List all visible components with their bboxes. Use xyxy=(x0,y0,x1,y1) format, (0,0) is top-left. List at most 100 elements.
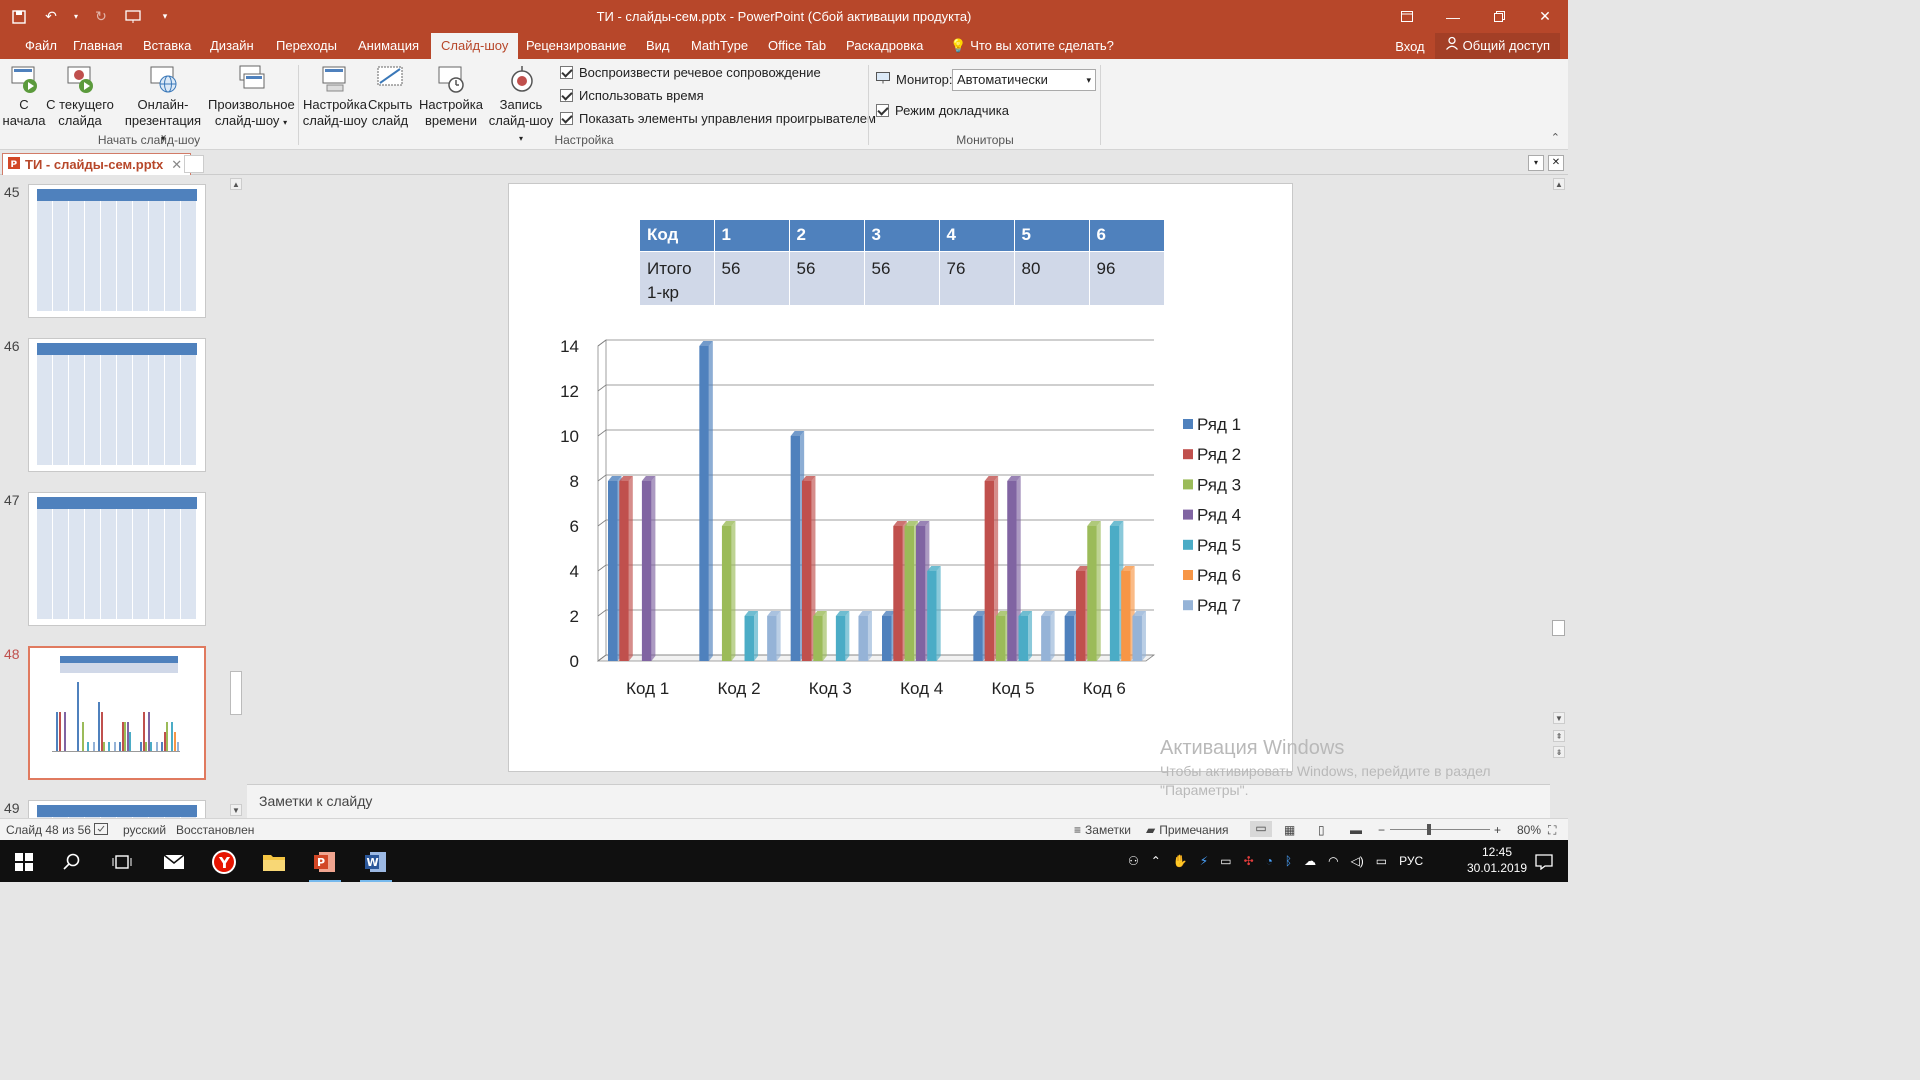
bolt-app-icon[interactable]: ⚡ xyxy=(1200,854,1208,868)
show-hidden-icons-icon[interactable]: ⌃ xyxy=(1151,854,1161,868)
tab-9[interactable]: MathType xyxy=(681,33,758,59)
file-explorer-icon[interactable] xyxy=(254,845,294,879)
thumbnail-scrollbar[interactable]: ▲ ▼ xyxy=(229,176,243,818)
input-language[interactable]: РУС xyxy=(1399,854,1423,868)
slide-thumbnail-pane: 45 46 47 48 49 xyxy=(0,176,246,818)
bluetooth-icon[interactable]: ᛒ xyxy=(1285,854,1292,868)
mail-icon[interactable] xyxy=(154,845,194,879)
notes-toggle-button[interactable]: ≡ Заметки xyxy=(1074,823,1131,837)
zoom-in-icon[interactable]: + xyxy=(1494,823,1501,837)
tab-5[interactable]: Анимация xyxy=(348,33,429,59)
tell-me-search[interactable]: 💡 Что вы хотите сделать? xyxy=(940,33,1124,59)
powerpoint-taskbar-icon[interactable]: P xyxy=(305,845,345,882)
next-slide-icon[interactable]: ⇟ xyxy=(1553,746,1565,758)
reading-view-icon[interactable]: ▯ xyxy=(1318,823,1325,837)
checkbox-checked[interactable] xyxy=(560,112,573,125)
editor-scrollbar[interactable]: ▲ ▼ ⇞ ⇟ xyxy=(1550,176,1568,818)
word-taskbar-icon[interactable]: W xyxy=(356,845,396,882)
tab-1[interactable]: Главная xyxy=(63,33,132,59)
onedrive-icon[interactable]: ☁ xyxy=(1304,854,1316,868)
slide-thumbnail[interactable] xyxy=(28,492,206,626)
scroll-up-icon[interactable]: ▲ xyxy=(230,178,242,190)
yandex-browser-icon[interactable]: Y xyxy=(204,845,244,879)
checkbox-presenter-view[interactable]: Режим докладчика xyxy=(876,103,1009,118)
battery-icon[interactable]: ▭ xyxy=(1220,854,1231,868)
volume-icon[interactable]: ◁) xyxy=(1351,854,1364,868)
comments-toggle-button[interactable]: ▰ Примечания xyxy=(1146,823,1229,837)
tab-2[interactable]: Вставка xyxy=(133,33,201,59)
tab-7[interactable]: Рецензирование xyxy=(516,33,636,59)
slide-table[interactable]: Код 1 2 3 4 5 6 Итого 1-кр 56 56 56 76 80 96 xyxy=(640,220,1165,305)
collapse-ribbon-icon[interactable]: ⌃ xyxy=(1551,131,1560,144)
fit-to-window-icon[interactable]: ⛶ xyxy=(1548,823,1556,838)
setup-slideshow-button[interactable]: Настройка слайд-шоу xyxy=(302,63,368,129)
previous-slide-icon[interactable]: ⇞ xyxy=(1553,730,1565,742)
from-beginning-button[interactable]: С начала xyxy=(2,63,46,129)
hide-slide-button[interactable]: Скрыть слайд xyxy=(368,63,412,129)
start-windows-icon[interactable] xyxy=(4,845,44,879)
svg-text:Y: Y xyxy=(218,854,231,872)
checkbox-checked[interactable] xyxy=(560,66,573,79)
rehearse-timings-button[interactable]: Настройка времени xyxy=(418,63,484,129)
tray-app-icon[interactable]: ✣ xyxy=(1244,854,1254,868)
zoom-out-icon[interactable]: − xyxy=(1378,823,1385,837)
task-view-icon[interactable] xyxy=(102,845,142,879)
tab-6[interactable]: Слайд-шоу xyxy=(431,33,519,59)
monitor-select[interactable]: Автоматически ▾ xyxy=(952,69,1096,91)
share-button[interactable]: Общий доступ xyxy=(1434,33,1560,59)
new-tab-button[interactable] xyxy=(184,155,204,173)
normal-view-icon[interactable]: ▭ xyxy=(1250,821,1272,837)
people-icon[interactable]: ⚇ xyxy=(1128,854,1139,868)
scroll-thumb[interactable] xyxy=(1552,620,1565,636)
notifications-icon[interactable] xyxy=(1524,845,1564,879)
signin-link[interactable]: Вход xyxy=(1395,39,1424,54)
action-center-small-icon[interactable]: ▭ xyxy=(1376,854,1387,868)
from-current-slide-button[interactable]: С текущего слайда xyxy=(46,63,114,129)
tab-4[interactable]: Переходы xyxy=(266,33,347,59)
tray-app-icon[interactable]: ◔ xyxy=(1266,854,1273,868)
slide-thumbnail[interactable] xyxy=(28,800,206,818)
close-tab-icon[interactable]: ✕ xyxy=(171,157,182,173)
custom-slideshow-button[interactable]: Произвольное слайд-шоу ▾ xyxy=(208,63,295,131)
scroll-down-icon[interactable]: ▼ xyxy=(1553,712,1565,724)
scroll-up-icon[interactable]: ▲ xyxy=(1553,178,1565,190)
checkbox-media-controls[interactable]: Показать элементы управления проигрывате… xyxy=(560,111,876,126)
slide-counter: Слайд 48 из 56 xyxy=(6,823,91,837)
slide-thumbnail[interactable] xyxy=(28,338,206,472)
scroll-thumb[interactable] xyxy=(230,671,242,715)
recovered-status: Восстановлен xyxy=(176,823,255,837)
close-document-icon[interactable]: ✕ xyxy=(1548,155,1564,171)
checkbox-use-timings[interactable]: Использовать время xyxy=(560,88,704,103)
tray-app-icon[interactable]: ✋ xyxy=(1173,854,1188,868)
search-icon[interactable] xyxy=(52,845,92,879)
minimize-icon[interactable]: — xyxy=(1430,0,1476,33)
slide-sorter-icon[interactable]: ▦ xyxy=(1284,823,1295,837)
zoom-level[interactable]: 80% xyxy=(1517,823,1541,837)
zoom-slider[interactable] xyxy=(1390,829,1490,830)
language-indicator[interactable]: русский xyxy=(123,823,166,837)
zoom-slider-handle[interactable] xyxy=(1427,824,1431,835)
ribbon-tabs: Файл Главная Вставка Дизайн Переходы Анимация… xyxy=(0,33,1568,59)
tab-list-dropdown-icon[interactable]: ▾ xyxy=(1528,155,1544,171)
checkbox-checked[interactable] xyxy=(560,89,573,102)
clock[interactable]: 12:45 30.01.2019 xyxy=(1462,844,1532,876)
slideshow-view-icon[interactable]: ▬ xyxy=(1350,823,1362,837)
current-slide[interactable]: Код 1 2 3 4 5 6 Итого 1-кр 56 56 56 76 80 96 xyxy=(508,183,1293,772)
tab-10[interactable]: Office Tab xyxy=(758,33,836,59)
slide-thumbnail[interactable] xyxy=(28,184,206,318)
slide-thumbnail[interactable] xyxy=(28,646,206,780)
wifi-icon[interactable]: ◠ xyxy=(1328,854,1338,868)
tab-11[interactable]: Раскадровка xyxy=(836,33,933,59)
tab-8[interactable]: Вид xyxy=(636,33,680,59)
spellcheck-icon[interactable] xyxy=(94,823,108,838)
scroll-down-icon[interactable]: ▼ xyxy=(230,804,242,816)
tab-0[interactable]: Файл xyxy=(15,33,67,59)
maximize-icon[interactable] xyxy=(1476,0,1522,33)
ribbon-display-options-icon[interactable] xyxy=(1384,0,1430,33)
checkbox-checked[interactable] xyxy=(876,104,889,117)
close-icon[interactable]: ✕ xyxy=(1522,0,1568,33)
table-cell: 76 xyxy=(939,250,1015,305)
checkbox-narrations[interactable]: Воспроизвести речевое сопровождение xyxy=(560,65,821,80)
tab-3[interactable]: Дизайн xyxy=(200,33,264,59)
document-tab[interactable]: P ТИ - слайды-сем.pptx ✕ xyxy=(2,153,192,175)
